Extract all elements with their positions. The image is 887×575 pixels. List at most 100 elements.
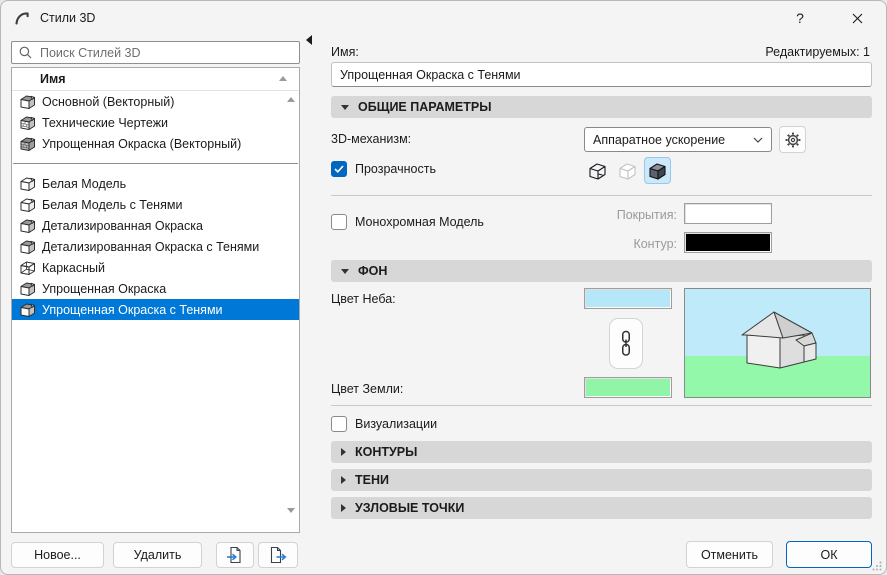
cancel-button[interactable]: Отменить bbox=[686, 541, 773, 568]
separator bbox=[331, 195, 872, 196]
list-item-label: Каркасный bbox=[42, 260, 106, 275]
import-button[interactable] bbox=[216, 542, 254, 568]
3d-styles-dialog: Стили 3D ? Имя Основной (Векторный) Техни… bbox=[0, 0, 887, 575]
section-title: ОБЩИЕ ПАРАМЕТРЫ bbox=[358, 100, 492, 114]
section-shadows[interactable]: ТЕНИ bbox=[331, 469, 872, 491]
surfaces-color-swatch[interactable] bbox=[684, 203, 772, 224]
archicad-logo-icon bbox=[15, 11, 29, 25]
section-expanded-icon bbox=[341, 104, 349, 110]
cube-shaded-icon bbox=[19, 218, 36, 234]
check-icon bbox=[334, 165, 344, 173]
wireframe-mode-button[interactable] bbox=[584, 157, 611, 184]
transparency-label: Прозрачность bbox=[355, 162, 436, 176]
list-item[interactable]: Технические Чертежи bbox=[12, 112, 299, 133]
list-item[interactable]: Детализированная Окраска с Тенями bbox=[12, 236, 299, 257]
cube-shaded-icon bbox=[19, 302, 36, 318]
list-item-label: Детализированная Окраска с Тенями bbox=[42, 239, 260, 254]
shaded-mode-button[interactable] bbox=[644, 157, 671, 184]
visualization-row: Визуализации bbox=[331, 416, 437, 432]
sort-ascending-icon bbox=[279, 76, 287, 81]
panel-collapse-handle[interactable] bbox=[306, 35, 312, 45]
styles-list-body: Основной (Векторный) Технические Чертежи У… bbox=[12, 91, 299, 532]
sky-color-label: Цвет Неба: bbox=[331, 292, 396, 306]
chevron-down-icon bbox=[753, 137, 763, 143]
contour-color-swatch[interactable] bbox=[684, 232, 772, 253]
name-label: Имя: bbox=[331, 45, 359, 59]
ground-color-label: Цвет Земли: bbox=[331, 382, 404, 396]
separator bbox=[331, 405, 872, 406]
monochrome-row: Монохромная Модель bbox=[331, 214, 484, 230]
section-collapsed-icon bbox=[341, 448, 346, 456]
styles-list: Имя Основной (Векторный) Технические Черт… bbox=[11, 67, 300, 533]
hidden-line-mode-button[interactable] bbox=[614, 157, 641, 184]
contour-color-fill bbox=[686, 234, 770, 251]
list-item-label: Упрощенная Окраска с Тенями bbox=[42, 302, 223, 317]
engine-settings-button[interactable] bbox=[779, 126, 806, 153]
close-icon bbox=[852, 13, 862, 23]
export-icon bbox=[270, 546, 287, 564]
list-item-label: Упрощенная Окраска bbox=[42, 281, 167, 296]
list-item[interactable]: Белая Модель bbox=[12, 173, 299, 194]
section-background[interactable]: ФОН bbox=[331, 260, 872, 282]
link-colors-button[interactable] bbox=[609, 318, 643, 369]
house-preview-graphic bbox=[741, 311, 817, 369]
delete-style-button[interactable]: Удалить bbox=[113, 542, 202, 568]
transparency-checkbox[interactable] bbox=[331, 161, 347, 177]
cube-shaded-icon bbox=[19, 281, 36, 297]
ok-button[interactable]: ОК bbox=[786, 541, 872, 568]
list-item[interactable]: Упрощенная Окраска bbox=[12, 278, 299, 299]
scroll-up-arrow[interactable] bbox=[287, 97, 295, 102]
list-divider bbox=[12, 154, 299, 173]
monochrome-label: Монохромная Модель bbox=[355, 215, 484, 229]
background-preview bbox=[684, 288, 871, 398]
transparency-row: Прозрачность bbox=[331, 161, 436, 177]
contour-label: Контур: bbox=[633, 237, 677, 251]
list-item[interactable]: Упрощенная Окраска (Векторный) bbox=[12, 133, 299, 154]
engine-value: Аппаратное ускорение bbox=[593, 132, 726, 147]
scroll-down-arrow[interactable] bbox=[287, 508, 295, 513]
new-style-button[interactable]: Новое... bbox=[11, 542, 104, 568]
resize-grip[interactable] bbox=[872, 561, 882, 571]
cube-shaded-icon bbox=[19, 239, 36, 255]
list-item[interactable]: Упрощенная Окраска с Тенями bbox=[12, 299, 299, 320]
list-item[interactable]: Белая Модель с Тенями bbox=[12, 194, 299, 215]
cube-hatched-shaded-icon bbox=[19, 136, 36, 152]
cube-wire-icon bbox=[19, 260, 36, 276]
section-title: ТЕНИ bbox=[355, 473, 389, 487]
list-item[interactable]: Детализированная Окраска bbox=[12, 215, 299, 236]
sky-color-fill bbox=[586, 290, 670, 307]
section-general-parameters[interactable]: ОБЩИЕ ПАРАМЕТРЫ bbox=[331, 96, 872, 118]
engine-label: 3D-механизм: bbox=[331, 132, 412, 146]
monochrome-checkbox[interactable] bbox=[331, 214, 347, 230]
engine-dropdown[interactable]: Аппаратное ускорение bbox=[584, 127, 772, 152]
close-button[interactable] bbox=[834, 1, 880, 35]
surfaces-color-fill bbox=[686, 205, 770, 222]
search-icon bbox=[19, 46, 32, 59]
list-item-label: Основной (Векторный) bbox=[42, 94, 175, 109]
wireframe-cube-icon bbox=[589, 162, 606, 180]
section-title: ФОН bbox=[358, 264, 388, 278]
help-button[interactable]: ? bbox=[780, 1, 820, 35]
visualization-checkbox[interactable] bbox=[331, 416, 347, 432]
list-item-label: Белая Модель bbox=[42, 176, 127, 191]
import-icon bbox=[227, 546, 241, 564]
list-item[interactable]: Каркасный bbox=[12, 257, 299, 278]
section-expanded-icon bbox=[341, 268, 349, 274]
list-item-label: Белая Модель с Тенями bbox=[42, 197, 183, 212]
section-contours[interactable]: КОНТУРЫ bbox=[331, 441, 872, 463]
section-collapsed-icon bbox=[341, 504, 346, 512]
cube-white-icon bbox=[19, 176, 36, 192]
ground-color-swatch[interactable] bbox=[584, 377, 672, 398]
section-collapsed-icon bbox=[341, 476, 346, 484]
cube-shaded-icon bbox=[19, 94, 36, 110]
export-button[interactable] bbox=[258, 542, 298, 568]
list-header[interactable]: Имя bbox=[12, 68, 299, 91]
section-nodal-points[interactable]: УЗЛОВЫЕ ТОЧКИ bbox=[331, 497, 872, 519]
surfaces-label: Покрытия: bbox=[616, 208, 677, 222]
shaded-cube-icon bbox=[649, 162, 666, 180]
list-item[interactable]: Основной (Векторный) bbox=[12, 91, 299, 112]
style-name-input[interactable] bbox=[331, 62, 872, 87]
chain-link-icon bbox=[622, 330, 630, 356]
sky-color-swatch[interactable] bbox=[584, 288, 672, 309]
search-input[interactable] bbox=[38, 44, 299, 61]
